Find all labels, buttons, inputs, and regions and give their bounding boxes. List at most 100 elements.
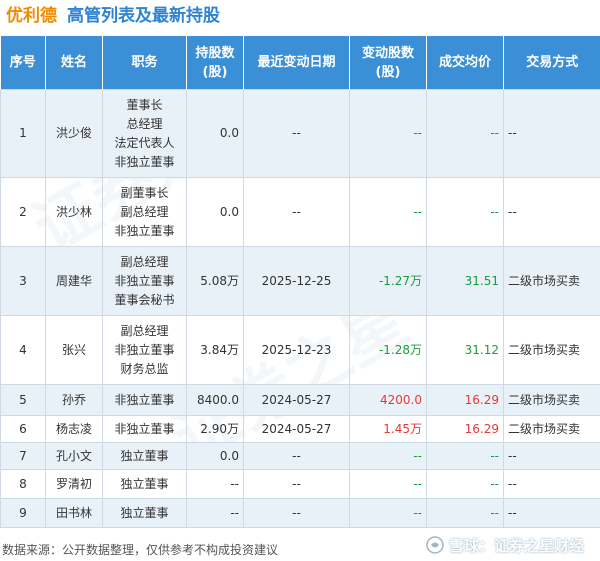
header-name: 姓名 [45, 36, 103, 90]
cell-change: -- [349, 469, 427, 499]
cell-shares: 3.84万 [186, 315, 244, 385]
cell-date: 2024-05-27 [243, 384, 350, 416]
page-title: 优利德 高管列表及最新持股 [6, 3, 220, 29]
cell-name: 孙乔 [45, 384, 103, 416]
cell-shares: 5.08万 [186, 246, 244, 316]
table-body: 1 洪少俊 董事长 总经理 法定代表人 非独立董事 0.0 -- -- -- -- 2 洪少林 副董事长副… [0, 89, 600, 528]
cell-change: 1.45万 [349, 415, 427, 443]
cell-shares: -- [186, 469, 244, 499]
cell-price: -- [426, 442, 504, 470]
duty-item: 独立董事 [120, 476, 169, 491]
duty-item: 独立董事 [120, 505, 169, 520]
cell-date: 2025-12-23 [243, 315, 350, 385]
data-source-note: 数据来源：公开数据整理，仅供参考不构成投资建议 [2, 543, 279, 557]
table-header-row: 序号 姓名 职务 持股数 (股) 最近变动日期 变动股数 (股) 成交均价 交易方式 [0, 36, 600, 90]
cell-change: -- [349, 498, 427, 528]
cell-name: 杨志凌 [45, 415, 103, 443]
cell-no: 6 [0, 415, 46, 443]
cell-no: 4 [0, 315, 46, 385]
duty-item: 董事长 [126, 97, 163, 112]
cell-no: 8 [0, 469, 46, 499]
header-date: 最近变动日期 [243, 36, 350, 90]
duty-item: 副总经理 [120, 204, 169, 219]
cell-change: -1.27万 [349, 246, 427, 316]
table-row: 4 张兴 副总经理 非独立董事 财务总监 3.84万 2025-12-23 -1.28万 31.… [0, 315, 600, 385]
cell-change: -- [349, 89, 427, 178]
cell-method: -- [503, 469, 600, 499]
cell-method: 二级市场买卖 [503, 384, 600, 416]
cell-shares: 0.0 [186, 177, 244, 247]
cell-method: 二级市场买卖 [503, 415, 600, 443]
duty-item: 非独立董事 [114, 223, 175, 238]
duty-item: 副总经理 [120, 254, 169, 269]
cell-method: -- [503, 177, 600, 247]
cell-duty: 独立董事 [102, 469, 187, 499]
cell-duty: 非独立董事 [102, 415, 187, 443]
cell-change: 4200.0 [349, 384, 427, 416]
title-subject: 高管列表及最新持股 [67, 6, 220, 26]
header-method: 交易方式 [503, 36, 600, 90]
cell-duty: 副总经理 非独立董事 董事会秘书 [102, 246, 187, 316]
cell-change: -- [349, 177, 427, 247]
cell-name: 洪少俊 [45, 89, 103, 178]
cell-price: -- [426, 498, 504, 528]
table-row: 9 田书林 独立董事 -- -- -- -- -- [0, 498, 600, 528]
cell-duty: 副总经理 非独立董事 财务总监 [102, 315, 187, 385]
cell-method: -- [503, 442, 600, 470]
cell-duty: 独立董事 [102, 442, 187, 470]
cell-shares: 2.90万 [186, 415, 244, 443]
cell-duty: 副董事长 副总经理 非独立董事 [102, 177, 187, 247]
cell-price: 16.29 [426, 384, 504, 416]
cell-date: 2025-12-25 [243, 246, 350, 316]
cell-no: 9 [0, 498, 46, 528]
executives-table: 序号 姓名 职务 持股数 (股) 最近变动日期 变动股数 (股) 成交均价 交易方式… [0, 36, 600, 528]
cell-price: -- [426, 177, 504, 247]
header-change: 变动股数 (股) [349, 36, 427, 90]
table-row: 6 杨志凌 非独立董事 2.90万 2024-05-27 1.45万 16.29 二级市场买卖 [0, 415, 600, 443]
header-duty: 职务 [102, 36, 187, 90]
cell-date: -- [243, 89, 350, 178]
cell-method: 二级市场买卖 [503, 246, 600, 316]
cell-date: -- [243, 177, 350, 247]
cell-date: -- [243, 469, 350, 499]
table-row: 8 罗清初 独立董事 -- -- -- -- -- [0, 469, 600, 499]
cell-price: 31.51 [426, 246, 504, 316]
table-row: 5 孙乔 非独立董事 8400.0 2024-05-27 4200.0 16.29 二级市场买… [0, 384, 600, 416]
cell-name: 洪少林 [45, 177, 103, 247]
cell-no: 5 [0, 384, 46, 416]
cell-change: -1.28万 [349, 315, 427, 385]
cell-price: -- [426, 469, 504, 499]
cell-shares: -- [186, 498, 244, 528]
cell-price: 31.12 [426, 315, 504, 385]
table-row: 7 孔小文 独立董事 0.0 -- -- -- -- [0, 442, 600, 470]
cell-name: 田书林 [45, 498, 103, 528]
cell-price: -- [426, 89, 504, 178]
cell-no: 7 [0, 442, 46, 470]
header-shares: 持股数 (股) [186, 36, 244, 90]
header-no: 序号 [0, 36, 46, 90]
duty-item: 非独立董事 [114, 273, 175, 288]
brand-text: 雪球：证券之星财经 [448, 536, 584, 555]
cell-shares: 0.0 [186, 442, 244, 470]
cell-no: 3 [0, 246, 46, 316]
duty-item: 总经理 [126, 116, 163, 131]
duty-item: 非独立董事 [114, 154, 175, 169]
cell-method: 二级市场买卖 [503, 315, 600, 385]
cell-date: -- [243, 498, 350, 528]
header-price: 成交均价 [426, 36, 504, 90]
cell-no: 2 [0, 177, 46, 247]
duty-item: 法定代表人 [114, 135, 175, 150]
table-row: 1 洪少俊 董事长 总经理 法定代表人 非独立董事 0.0 -- -- -- -- [0, 89, 600, 178]
duty-item: 非独立董事 [114, 392, 175, 407]
cell-duty: 非独立董事 [102, 384, 187, 416]
cell-change: -- [349, 442, 427, 470]
cell-date: -- [243, 442, 350, 470]
duty-item: 副总经理 [120, 323, 169, 338]
duty-item: 独立董事 [120, 448, 169, 463]
company-name: 优利德 [6, 6, 57, 26]
cell-no: 1 [0, 89, 46, 178]
cell-duty: 独立董事 [102, 498, 187, 528]
table-row: 3 周建华 副总经理 非独立董事 董事会秘书 5.08万 2025-12-25 -1.27万 3… [0, 246, 600, 316]
brand-watermark: 雪球：证券之星财经 [425, 532, 584, 558]
cell-date: 2024-05-27 [243, 415, 350, 443]
